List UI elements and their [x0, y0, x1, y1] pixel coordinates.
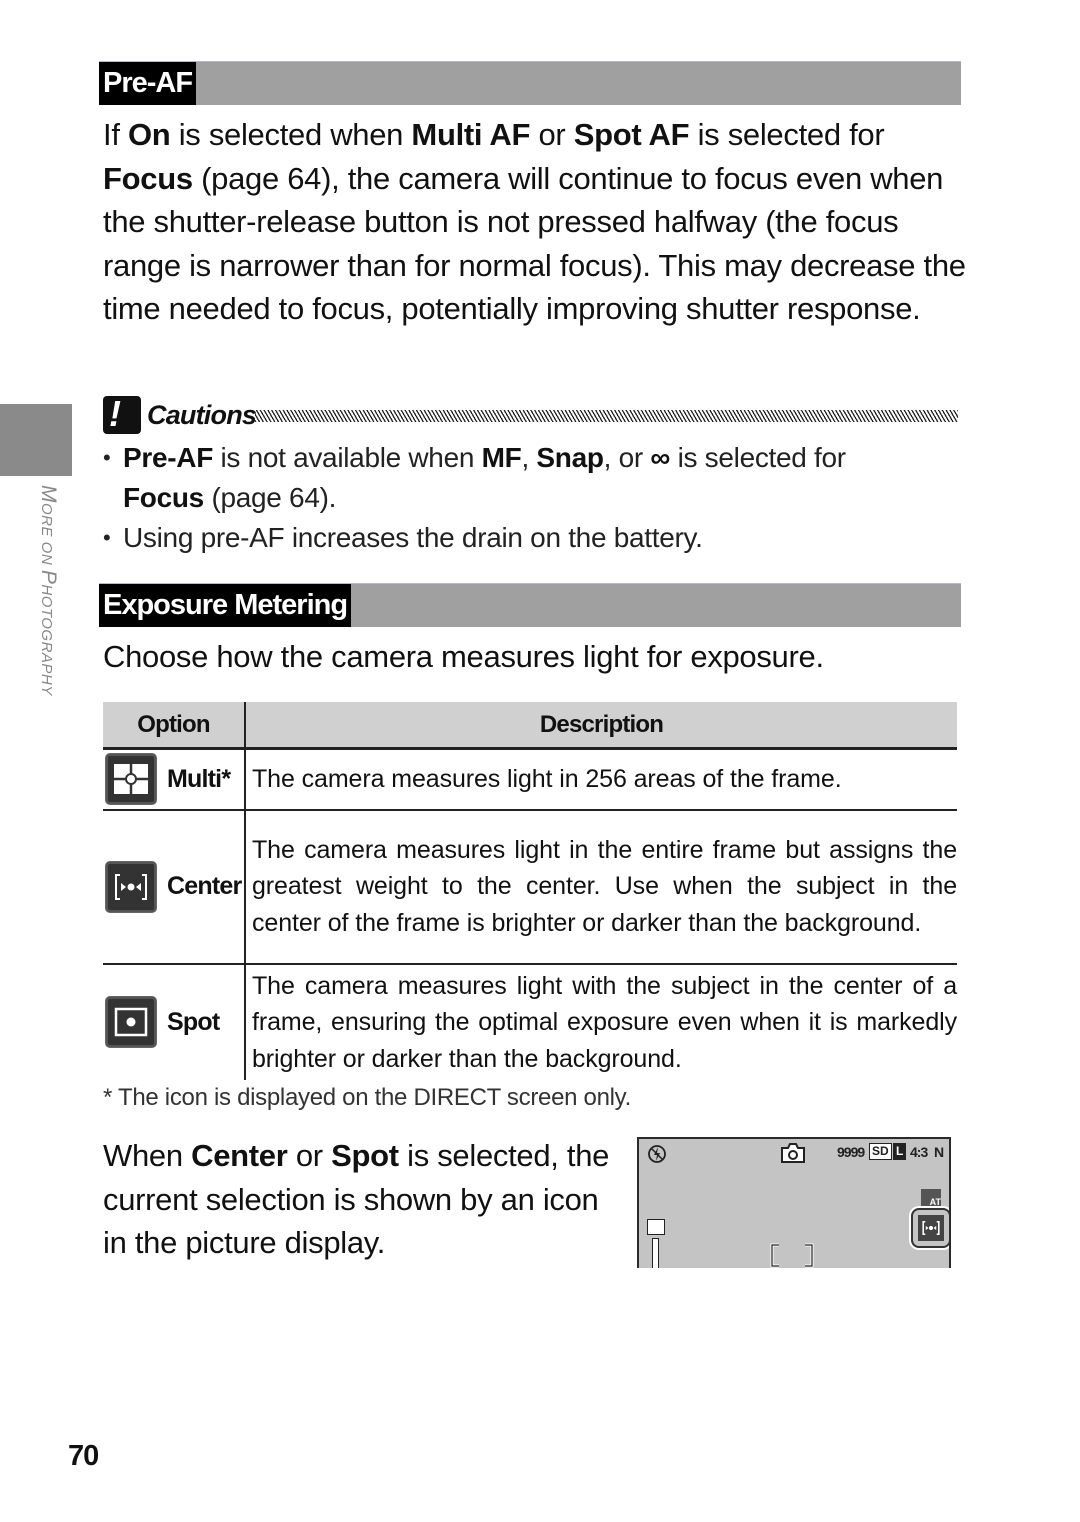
term: Spot: [331, 1138, 399, 1173]
chapter-tab-block: [0, 404, 72, 476]
picture-display-note: When Center or Spot is selected, the cur…: [103, 1134, 613, 1265]
flash-off-icon: [648, 1145, 666, 1163]
table-row: Spot The camera measures light with the …: [103, 963, 957, 1080]
text: If: [103, 117, 128, 152]
column-header-description: Description: [245, 702, 957, 750]
term: On: [127, 117, 171, 152]
picture-display: 9999 SD L 4:3 N AT: [637, 1137, 951, 1268]
term: Multi AF: [411, 117, 531, 152]
option-label: Center: [167, 872, 242, 900]
exposure-metering-intro: Choose how the camera measures light for…: [103, 639, 824, 674]
description-cell: The camera measures light with the subje…: [252, 971, 957, 1073]
cautions-hatch-rule: [255, 410, 958, 422]
caution-item: Pre-AF is not available when MF, Snap, o…: [103, 438, 963, 518]
term: Spot AF: [573, 117, 690, 152]
term: Focus: [123, 482, 204, 513]
multi-metering-icon: [105, 753, 157, 806]
exposure-metering-heading: Exposure Metering: [99, 584, 352, 627]
shots-remaining: 9999: [837, 1144, 865, 1160]
text: When: [103, 1138, 192, 1173]
description-cell: The camera measures light in the entire …: [245, 809, 957, 965]
text: is selected for: [670, 442, 847, 473]
text: or: [287, 1138, 332, 1173]
text: is selected when: [170, 117, 412, 152]
table-row: Center The camera measures light in the …: [103, 809, 957, 965]
chapter-title-cap: M: [37, 485, 60, 503]
exclamation-glyph: !: [109, 393, 121, 434]
cautions-list: Pre-AF is not available when MF, Snap, o…: [103, 438, 963, 558]
pre-af-paragraph: If On is selected when Multi AF or Spot …: [103, 113, 973, 331]
infinity-icon: ∞: [650, 442, 671, 473]
table-row: Multi* The camera measures light in 256 …: [103, 748, 957, 811]
pre-af-heading: Pre-AF: [99, 62, 197, 105]
cautions-header: ! Cautions: [103, 393, 958, 434]
af-target-icon: [770, 1243, 814, 1268]
term: MF: [481, 442, 522, 473]
table-footnote: * The icon is displayed on the DIRECT sc…: [103, 1084, 631, 1111]
column-header-option: Option: [103, 702, 246, 750]
option-cell: Multi*: [103, 748, 246, 811]
camera-icon: [781, 1143, 805, 1163]
text: (page 64).: [203, 482, 337, 513]
sd-card-icon: SD: [869, 1143, 892, 1160]
option-label: Spot: [167, 1007, 220, 1036]
text: , or: [603, 442, 651, 473]
af-mode-icon: [647, 1219, 665, 1235]
chapter-title-part: HOTOGRAPHY: [38, 584, 55, 696]
text: or: [530, 117, 574, 152]
zoom-bar: [652, 1238, 659, 1268]
page-number: 70: [68, 1440, 99, 1472]
term: Snap: [536, 442, 604, 473]
white-balance-label: AT: [929, 1197, 941, 1207]
white-balance-icon: AT: [921, 1189, 941, 1207]
quality: N: [934, 1144, 945, 1160]
option-cell: Center: [103, 809, 246, 965]
text: is selected for: [689, 117, 885, 152]
option-label: Multi*: [167, 764, 231, 793]
chapter-title-part: ORE ON: [38, 503, 55, 570]
spot-metering-icon: [105, 996, 157, 1049]
term: Center: [191, 1138, 288, 1173]
pre-af-heading-bar: Pre-AF: [99, 61, 961, 105]
text: ,: [521, 442, 537, 473]
exclamation-icon: !: [103, 393, 141, 434]
description-cell: The camera measures light in 256 areas o…: [245, 748, 957, 811]
exposure-metering-heading-bar: Exposure Metering: [99, 583, 961, 627]
metering-options-table: Option Description Multi* The camera mea…: [103, 702, 957, 1080]
selected-metering-highlight: [911, 1208, 949, 1248]
chapter-title: MORE ON PHOTOGRAPHY: [36, 485, 60, 696]
text: Using pre-AF increases the drain on the …: [123, 522, 703, 553]
term: Pre-AF: [123, 442, 213, 473]
term: Focus: [103, 160, 193, 196]
text: is not available when: [213, 442, 482, 473]
table-header-row: Option Description: [103, 702, 957, 750]
cautions-title: Cautions: [147, 400, 257, 430]
center-metering-icon: [918, 1215, 944, 1241]
text: (page 64), the camera will continue to f…: [103, 160, 966, 327]
aspect-ratio: 4:3: [910, 1144, 928, 1160]
option-cell: Spot: [103, 963, 246, 1080]
center-metering-icon: [105, 860, 157, 913]
image-size-icon: L: [893, 1143, 907, 1160]
caution-item: Using pre-AF increases the drain on the …: [103, 518, 963, 558]
chapter-title-cap: P: [37, 569, 60, 585]
